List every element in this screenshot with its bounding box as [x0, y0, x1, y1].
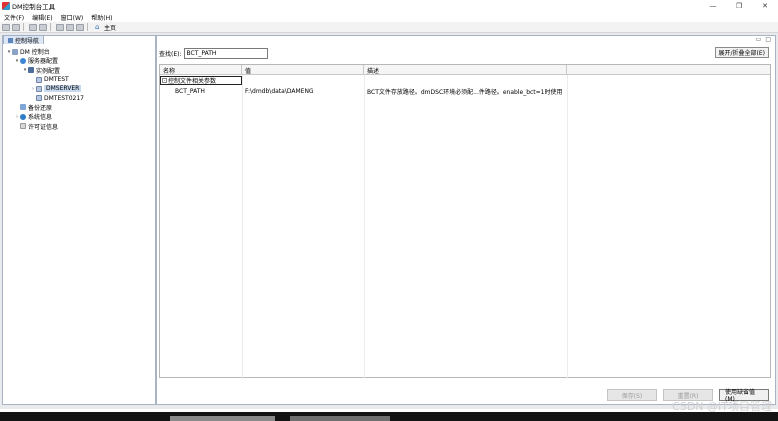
- tree-node-label: DMTEST: [44, 76, 69, 84]
- tree-node-dmserver[interactable]: › DMSERVER: [3, 84, 155, 93]
- copy-icon[interactable]: [39, 23, 47, 31]
- instance-icon: [36, 85, 42, 92]
- tree-node-label: 备份还原: [28, 104, 53, 112]
- tree-node-label: 系统信息: [28, 114, 53, 122]
- param-name-cell: BCT_PATH: [175, 87, 205, 95]
- group-row-control-file-params[interactable]: - 控制文件相关参数: [160, 76, 242, 85]
- menu-file[interactable]: 文件(F): [0, 13, 28, 22]
- tree-node-dmtest[interactable]: DMTEST: [3, 75, 155, 84]
- tree-node-dm-console[interactable]: ▾ DM 控制台: [3, 47, 155, 56]
- toolbar: ⌂ 主页: [0, 22, 778, 33]
- table-header: 名称 值 描述: [160, 65, 770, 75]
- tree-node-dmtest0217[interactable]: DMTEST0217: [3, 93, 155, 102]
- window-title: DM控制台工具: [12, 3, 56, 11]
- tree-node-license-info[interactable]: 许可证信息: [3, 121, 155, 131]
- instance-config-icon: [28, 67, 34, 74]
- param-value-cell[interactable]: F:\dmdb\data\DAMENG: [242, 86, 364, 96]
- home-button[interactable]: ⌂ 主页: [95, 23, 116, 32]
- tree-node-label: 服务器配置: [28, 58, 59, 66]
- cut-icon[interactable]: [29, 23, 37, 31]
- navigator-tree: ▾ DM 控制台 ▾ 服务器配置 ▾ 实例配置 DMTEST › DMSERVE…: [3, 47, 155, 131]
- save-button[interactable]: 保存(S): [607, 389, 657, 401]
- system-info-icon: [20, 113, 26, 120]
- refresh-icon[interactable]: [76, 23, 84, 31]
- back-icon[interactable]: [56, 23, 64, 31]
- restore-button[interactable]: ❐: [726, 0, 752, 12]
- table-row[interactable]: BCT_PATH F:\dmdb\data\DAMENG BCT文件存放路径。d…: [160, 86, 770, 96]
- instance-icon: [36, 95, 42, 102]
- server-config-icon: [20, 57, 26, 64]
- minimize-button[interactable]: —: [700, 0, 726, 12]
- home-icon: ⌂: [95, 22, 100, 31]
- toolbar-separator: [87, 23, 88, 31]
- taskbar: [0, 412, 778, 421]
- menu-window[interactable]: 窗口(W): [57, 13, 88, 22]
- title-bar: DM控制台工具 — ❐ ✕: [0, 0, 778, 12]
- menu-bar: 文件(F) 编辑(E) 窗口(W) 帮助(H): [0, 12, 778, 22]
- param-description-cell: BCT文件存放路径。dmDSC环境必须配...件路径。enable_bct=1时…: [367, 88, 563, 96]
- window-controls: — ❐ ✕: [700, 0, 778, 12]
- close-button[interactable]: ✕: [752, 0, 778, 12]
- save-all-icon[interactable]: [12, 23, 20, 31]
- parameter-panel: ▭ □ 查找(E): 展开/折叠全部(E) 名称 值 描述 - 控制文件相关参数: [156, 35, 776, 405]
- tree-node-system-info[interactable]: › 系统信息: [3, 112, 155, 121]
- menu-edit[interactable]: 编辑(E): [28, 13, 56, 22]
- maximize-panel-icon[interactable]: □: [765, 36, 771, 43]
- tree-node-server-config[interactable]: ▾ 服务器配置: [3, 56, 155, 65]
- navigator-icon: [8, 37, 13, 43]
- save-icon[interactable]: [2, 23, 10, 31]
- group-label: 控制文件相关参数: [168, 78, 217, 85]
- console-icon: [12, 48, 18, 55]
- parameter-table: 名称 值 描述 - 控制文件相关参数 BCT_PATH F:\dmdb\data…: [159, 64, 771, 379]
- minimize-panel-icon[interactable]: ▭: [756, 36, 762, 43]
- instance-icon: [36, 76, 42, 83]
- panel-controls: ▭ □: [756, 36, 771, 43]
- column-header-name[interactable]: 名称: [160, 65, 242, 75]
- column-header-description[interactable]: 描述: [364, 65, 567, 75]
- tree-node-backup-restore[interactable]: 备份还原: [3, 103, 155, 112]
- tree-node-instance-config[interactable]: ▾ 实例配置: [3, 66, 155, 75]
- column-gridlines: [160, 75, 770, 379]
- search-input[interactable]: [183, 47, 268, 59]
- backup-restore-icon: [20, 104, 26, 111]
- collapse-group-icon[interactable]: -: [162, 78, 167, 83]
- expand-collapse-all-button[interactable]: 展开/折叠全部(E): [714, 47, 769, 58]
- column-header-value[interactable]: 值: [242, 65, 364, 75]
- toolbar-separator: [23, 23, 24, 31]
- home-label: 主页: [104, 24, 117, 32]
- navigator-tab[interactable]: 控制导航: [3, 35, 45, 45]
- taskbar-item[interactable]: [170, 416, 275, 421]
- column-header-empty: [567, 65, 770, 75]
- search-row: 查找(E):: [159, 47, 268, 59]
- forward-icon[interactable]: [66, 23, 74, 31]
- tree-node-label: DMTEST0217: [44, 94, 84, 102]
- toolbar-separator: [50, 23, 51, 31]
- tree-node-label: 许可证信息: [28, 123, 59, 131]
- tree-node-label: DM 控制台: [20, 49, 50, 57]
- app-icon: [2, 2, 10, 10]
- taskbar-item[interactable]: [290, 416, 390, 421]
- tree-node-label: 实例配置: [36, 67, 61, 75]
- tree-node-label: DMSERVER: [44, 85, 82, 93]
- search-label: 查找(E):: [159, 50, 182, 58]
- navigator-panel: 控制导航 ▾ DM 控制台 ▾ 服务器配置 ▾ 实例配置 DMTEST › DM…: [2, 35, 156, 405]
- main-area: 控制导航 ▾ DM 控制台 ▾ 服务器配置 ▾ 实例配置 DMTEST › DM…: [0, 33, 778, 409]
- license-icon: [20, 123, 26, 130]
- navigator-tab-label: 控制导航: [15, 37, 40, 45]
- menu-help[interactable]: 帮助(H): [87, 13, 116, 22]
